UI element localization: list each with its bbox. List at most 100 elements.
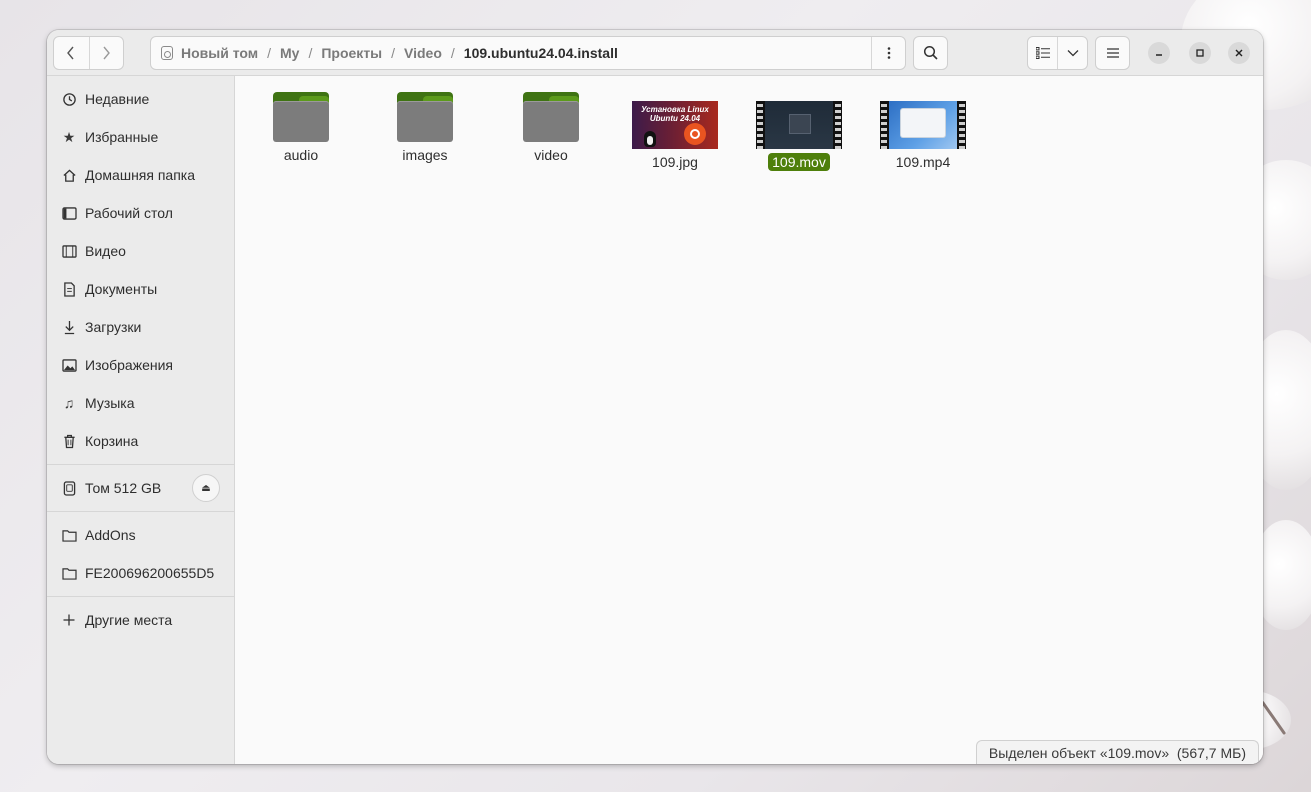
search-icon (923, 45, 938, 60)
sidebar-item-label: Видео (85, 243, 126, 259)
sidebar-item-pictures[interactable]: Изображения (47, 349, 235, 381)
sidebar-item-label: Музыка (85, 395, 135, 411)
sidebar-divider (47, 464, 235, 465)
sidebar-item-label: Домашняя папка (85, 167, 196, 183)
tux-logo (644, 131, 656, 147)
film-icon (61, 243, 77, 259)
drive-icon (61, 480, 77, 496)
document-icon (61, 281, 77, 297)
minimize-button[interactable] (1148, 42, 1170, 64)
image-thumbnail: Установка Linux Ubuntu 24.04 (632, 101, 718, 149)
file-item-video[interactable]: video (496, 88, 606, 164)
sidebar-item-label: Другие места (85, 612, 173, 628)
file-item-audio[interactable]: audio (246, 88, 356, 164)
sidebar-item-label: Документы (85, 281, 158, 297)
image-icon (61, 357, 77, 373)
file-name: video (534, 147, 568, 163)
list-view-icon (1035, 47, 1050, 59)
minimize-icon (1156, 54, 1162, 56)
file-manager-window: Новый том / My / Проекты / Video / 109.u… (47, 30, 1263, 764)
view-dropdown-button[interactable] (1057, 37, 1087, 69)
sidebar-divider (47, 511, 235, 512)
back-button[interactable] (54, 37, 89, 69)
sidebar-item-addons[interactable]: AddOns (47, 519, 235, 551)
chevron-down-icon (1067, 50, 1079, 57)
file-name: 109.mp4 (895, 154, 951, 170)
close-button[interactable] (1228, 42, 1250, 64)
video-thumbnail (756, 101, 842, 149)
close-icon (1235, 49, 1243, 57)
file-item-109-mp4[interactable]: 109.mp4 (868, 97, 978, 171)
thumbnail-text: Установка Linux Ubuntu 24.04 (641, 105, 709, 123)
sidebar-item-label: Рабочий стол (85, 205, 173, 221)
maximize-button[interactable] (1189, 42, 1211, 64)
eject-icon: ⏏ (201, 482, 211, 494)
status-bar: Выделен объект «109.mov» (567,7 МБ) (975, 740, 1259, 764)
list-view-button[interactable] (1028, 37, 1057, 69)
sidebar-divider (47, 596, 235, 597)
sidebar-item-label: Избранные (85, 129, 159, 145)
plus-icon (61, 612, 77, 628)
file-name: 109.mov (768, 153, 830, 171)
sidebar-item-music[interactable]: ♫ Музыка (47, 387, 235, 419)
folder-icon (61, 527, 77, 543)
folder-icon (397, 92, 453, 142)
file-name: 109.jpg (652, 154, 698, 170)
sidebar-item-downloads[interactable]: Загрузки (47, 311, 235, 343)
desktop-icon (61, 205, 77, 221)
sidebar-item-other-locations[interactable]: Другие места (47, 604, 235, 636)
clock-icon (61, 91, 77, 107)
main-menu-button[interactable] (1095, 36, 1130, 70)
file-item-109-mov[interactable]: 109.mov (744, 97, 854, 171)
sidebar-item-label: Том 512 GB (85, 480, 162, 496)
sidebar: Недавние ★ Избранные Домашняя папка Рабо… (47, 76, 235, 764)
trash-icon (61, 433, 77, 449)
sidebar-item-trash[interactable]: Корзина (47, 425, 235, 457)
status-text: Выделен объект «109.mov» (567,7 МБ) (988, 744, 1246, 761)
file-item-109-jpg[interactable]: Установка Linux Ubuntu 24.04 109.jpg (620, 97, 730, 171)
sidebar-item-label: AddOns (85, 527, 136, 543)
kebab-menu-icon (887, 47, 890, 59)
sidebar-item-desktop[interactable]: Рабочий стол (47, 197, 235, 229)
view-options (1027, 36, 1088, 70)
path-separator: / (308, 45, 313, 61)
search-button[interactable] (913, 36, 948, 70)
chevron-right-icon (103, 46, 111, 60)
sidebar-item-label: Недавние (85, 91, 150, 107)
file-name: images (402, 147, 448, 163)
file-name: audio (283, 147, 319, 163)
sidebar-item-recent[interactable]: Недавние (47, 83, 235, 115)
folder-icon (523, 92, 579, 142)
folder-icon (273, 92, 329, 142)
sidebar-item-starred[interactable]: ★ Избранные (47, 121, 235, 153)
sidebar-item-label: FE200696200655D5 (85, 565, 215, 581)
file-grid: audio images video Установка Linux Ubunt… (236, 77, 1263, 764)
path-separator: / (450, 45, 455, 61)
sidebar-item-label: Корзина (85, 433, 139, 449)
download-icon (61, 319, 77, 335)
ubuntu-logo (684, 123, 706, 145)
sidebar-item-videos[interactable]: Видео (47, 235, 235, 267)
path-segment-projects[interactable]: Проекты (321, 45, 382, 61)
eject-button[interactable]: ⏏ (192, 474, 220, 502)
folder-icon (61, 565, 77, 581)
path-segment-current[interactable]: 109.ubuntu24.04.install (464, 45, 618, 61)
sidebar-item-fe-drive[interactable]: FE200696200655D5 (47, 557, 235, 589)
forward-button[interactable] (88, 37, 124, 69)
star-icon: ★ (62, 128, 76, 145)
path-segment-video[interactable]: Video (404, 45, 442, 61)
path-segment-my[interactable]: My (280, 45, 299, 61)
path-segment-volume[interactable]: Новый том (181, 45, 258, 61)
sidebar-item-label: Изображения (85, 357, 173, 373)
drive-icon (161, 46, 173, 60)
chevron-left-icon (67, 46, 74, 60)
sidebar-item-label: Загрузки (85, 319, 142, 335)
path-separator: / (267, 45, 272, 61)
path-bar: Новый том / My / Проекты / Video / 109.u… (150, 36, 906, 70)
sidebar-item-home[interactable]: Домашняя папка (47, 159, 235, 191)
file-item-images[interactable]: images (370, 88, 480, 164)
path-menu-button[interactable] (871, 37, 905, 69)
header-bar: Новый том / My / Проекты / Video / 109.u… (47, 30, 1263, 76)
video-thumbnail (880, 101, 966, 149)
sidebar-item-documents[interactable]: Документы (47, 273, 235, 305)
